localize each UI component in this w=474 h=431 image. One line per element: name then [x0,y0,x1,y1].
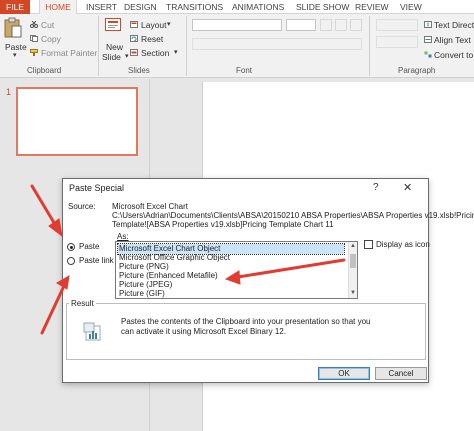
text-direction-icon[interactable] [424,21,432,28]
clear-formatting-icon[interactable] [350,19,362,31]
new-slide-icon[interactable] [105,18,121,32]
source-line: Template![ABSA Properties v19.xlsb]Prici… [112,220,334,229]
increase-font-size-icon[interactable] [320,19,332,31]
as-label: As: [117,232,129,241]
paste-dropdown-icon[interactable]: ▾ [13,51,17,59]
paste-radio[interactable] [67,243,75,251]
layout-dropdown-icon[interactable]: ▾ [167,20,171,28]
cancel-button[interactable]: Cancel [375,367,427,380]
decrease-font-size-icon[interactable] [335,19,347,31]
help-icon[interactable]: ? [373,182,379,193]
tab-insert[interactable]: INSERT [86,0,117,14]
new-slide-dropdown-icon[interactable]: ▾ [125,52,129,60]
display-as-icon-label[interactable]: Display as icon [376,240,430,249]
tab-file[interactable]: FILE [0,0,30,14]
powerpoint-window: FILE HOME INSERT DESIGN TRANSITIONS ANIM… [0,0,474,431]
chart-object-icon [83,322,101,341]
ribbon-separator [98,16,99,76]
align-text-button[interactable]: Align Text [434,35,471,45]
scroll-thumb[interactable] [350,254,356,268]
paste-radio-label[interactable]: Paste [79,242,99,251]
scroll-down-icon[interactable]: ▼ [350,290,356,296]
format-painter-button[interactable]: Format Painter [41,48,97,58]
display-as-icon-checkbox[interactable] [364,240,373,249]
paste-link-radio[interactable] [67,257,75,265]
scroll-up-icon[interactable]: ▲ [350,243,356,249]
layout-icon[interactable] [130,21,138,28]
ok-button[interactable]: OK [318,367,370,380]
paste-special-dialog: Paste Special ? ✕ Source: Microsoft Exce… [62,178,474,383]
font-name-combobox[interactable] [192,19,282,31]
section-button[interactable]: Section [141,48,169,58]
slide-thumbnail[interactable] [16,87,138,156]
section-dropdown-icon[interactable]: ▾ [174,48,178,56]
reset-button[interactable]: Reset [141,34,163,44]
tab-review[interactable]: REVIEW [355,0,389,14]
ribbon-tab-bar: FILE HOME INSERT DESIGN TRANSITIONS ANIM… [0,0,474,14]
new-slide-label-1[interactable]: New [106,42,123,52]
tab-design[interactable]: DESIGN [124,0,157,14]
bullets-controls[interactable] [376,19,418,31]
text-direction-button[interactable]: Text Direct [434,20,474,30]
source-label: Source: [68,202,96,211]
result-label: Result [69,299,96,308]
font-size-combobox[interactable] [286,19,316,31]
tab-home[interactable]: HOME [39,0,77,14]
cut-button[interactable]: Cut [41,20,54,30]
alignment-controls[interactable] [376,36,418,48]
new-slide-label-2[interactable]: Slide [102,52,121,62]
font-group-label: Font [236,66,253,75]
ribbon-separator [186,16,187,76]
tab-animations[interactable]: ANIMATIONS [232,0,284,14]
convert-to-smartart-icon[interactable] [424,51,432,58]
source-value: Microsoft Excel Chart C:\Users\Adrian\Do… [112,202,474,229]
result-line: can activate it using Microsoft Excel Bi… [121,327,286,336]
section-icon[interactable] [130,49,138,56]
slides-group-label: Slides [128,66,150,75]
copy-button[interactable]: Copy [41,34,61,44]
paste-icon[interactable] [4,17,22,39]
tab-view[interactable]: VIEW [400,0,422,14]
reset-icon[interactable] [130,35,138,42]
source-line: Microsoft Excel Chart [112,202,189,211]
paste-link-radio-label[interactable]: Paste link [79,256,114,265]
paragraph-group-label: Paragraph [398,66,436,75]
close-icon[interactable]: ✕ [403,181,412,194]
copy-icon[interactable] [30,35,38,42]
tab-slide-show[interactable]: SLIDE SHOW [296,0,349,14]
result-text: Pastes the contents of the Clipboard int… [121,317,371,337]
format-painter-icon[interactable] [30,49,38,56]
listbox-scrollbar[interactable]: ▲ ▼ [348,242,357,298]
result-line: Pastes the contents of the Clipboard int… [121,317,371,326]
ribbon-separator [369,16,370,76]
source-line: C:\Users\Adrian\Documents\Clients\ABSA\2… [112,211,474,220]
dialog-title: Paste Special [69,183,125,193]
tab-transitions[interactable]: TRANSITIONS [166,0,223,14]
slide-number: 1 [6,87,12,97]
layout-button[interactable]: Layout [141,20,167,30]
cut-icon[interactable] [30,21,38,28]
paste-as-listbox[interactable]: Microsoft Excel Chart Object Microsoft O… [115,241,358,299]
convert-to-smartart-button[interactable]: Convert to S [434,50,474,60]
ribbon: Paste ▾ Cut Copy Format Painter Clipboar… [0,14,474,78]
list-item[interactable]: Picture (GIF) [118,289,344,298]
clipboard-group-label: Clipboard [27,66,62,75]
align-text-icon[interactable] [424,36,432,43]
font-formatting-row[interactable] [192,38,362,50]
